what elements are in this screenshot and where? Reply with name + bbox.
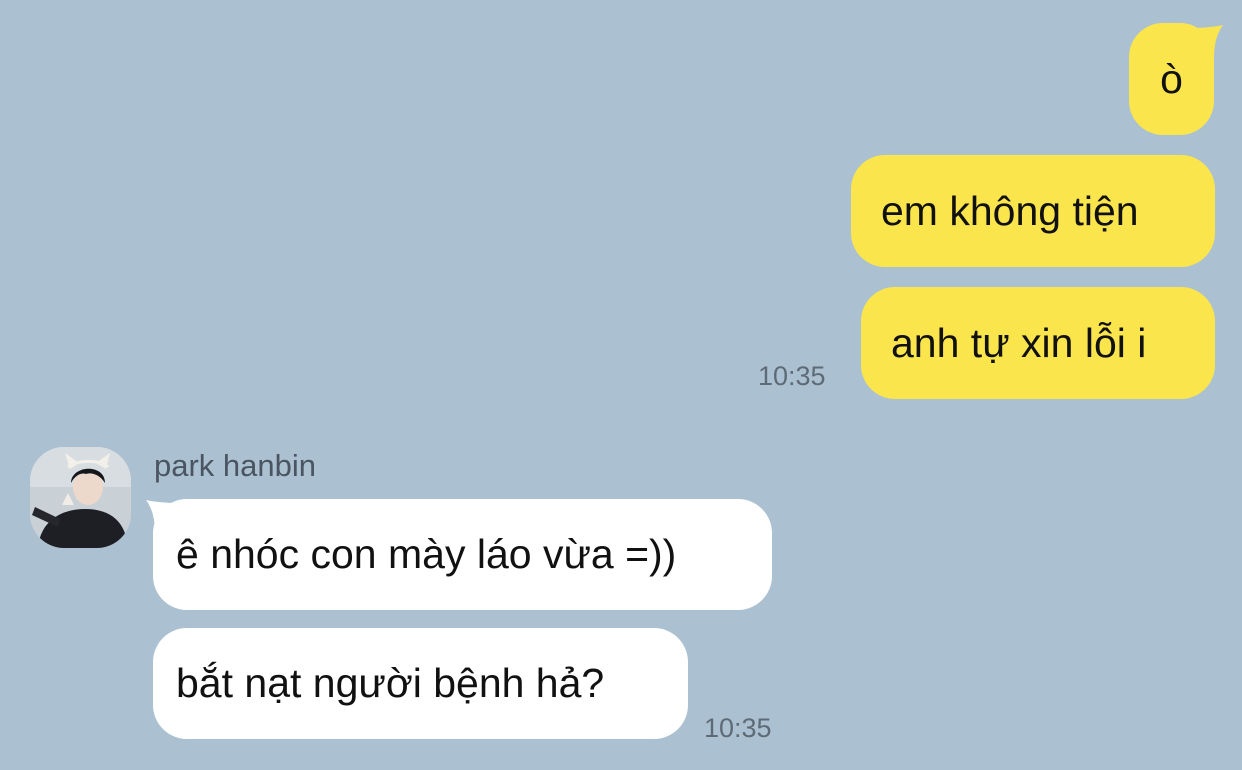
avatar[interactable]: [30, 447, 131, 548]
message-text: bắt nạt người bệnh hả?: [176, 660, 605, 706]
received-message-bubble[interactable]: bắt nạt người bệnh hả?: [153, 628, 688, 739]
bubble-tail-icon: [1190, 25, 1223, 58]
sender-name: park hanbin: [154, 448, 317, 483]
message-text: ê nhóc con mày láo vừa =)): [176, 531, 677, 577]
message-timestamp: 10:35: [758, 361, 826, 391]
sent-message-bubble[interactable]: em không tiện: [851, 155, 1215, 267]
received-message-bubble[interactable]: ê nhóc con mày láo vừa =)): [153, 499, 772, 610]
message-timestamp: 10:35: [704, 713, 772, 743]
message-text: em không tiện: [881, 187, 1139, 234]
message-text: anh tự xin lỗi i: [891, 319, 1147, 366]
sent-message-bubble[interactable]: anh tự xin lỗi i: [861, 287, 1215, 399]
profile-photo-icon: [30, 447, 131, 548]
message-text: ò: [1160, 55, 1183, 102]
